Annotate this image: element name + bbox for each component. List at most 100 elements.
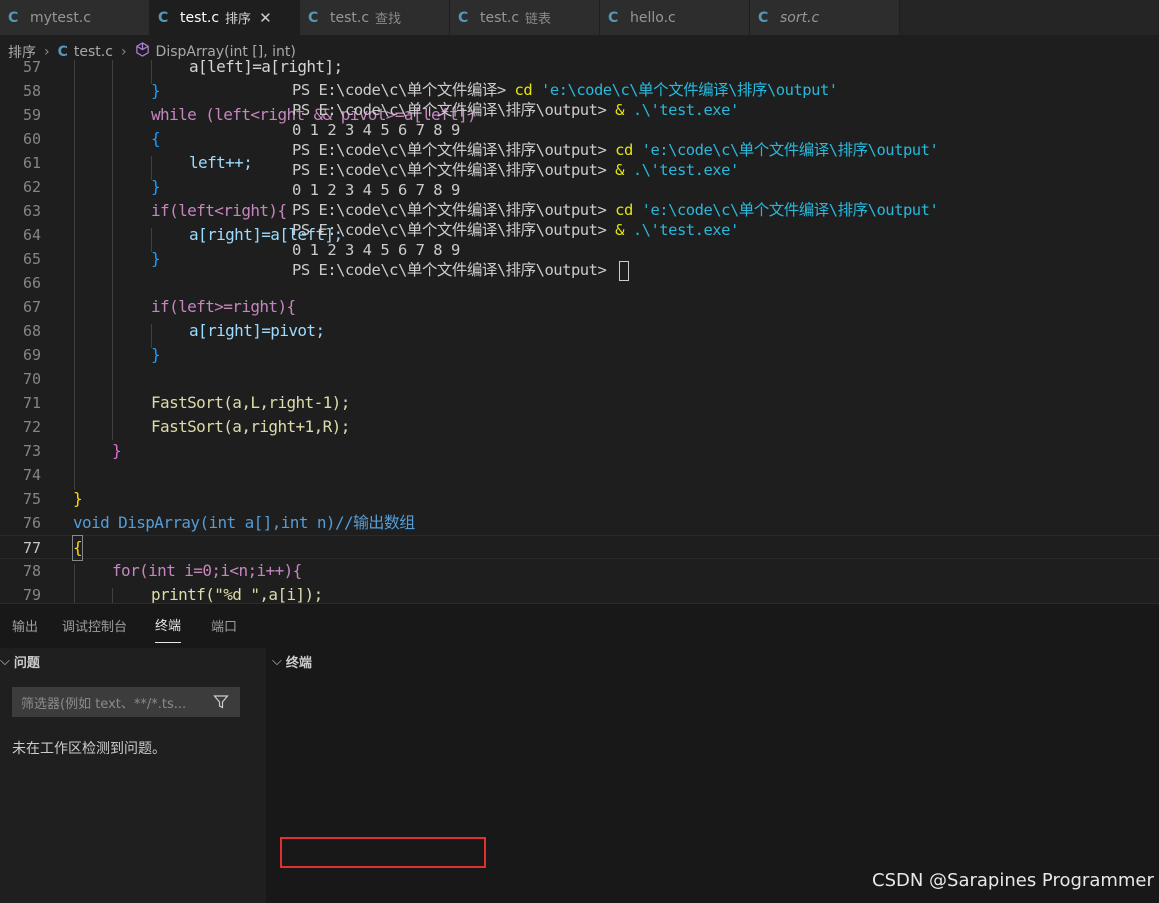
line-number: 77 — [22, 539, 41, 557]
terminal-header[interactable]: ⌵ 终端 — [272, 648, 312, 674]
tab-output[interactable]: 输出 — [12, 608, 38, 643]
line-number: 73 — [22, 442, 41, 460]
line-number: 57 — [22, 60, 41, 76]
terminal-cursor — [619, 260, 630, 281]
line-number: 66 — [22, 274, 41, 292]
chevron-down-icon: ⌵ — [272, 653, 282, 669]
filter-placeholder: 筛选器(例如 text、**/*.ts... — [21, 696, 187, 712]
code-text: for(int i=0;i<n;i++){ — [112, 561, 302, 580]
terminal-prompt: PS E:\code\c\单个文件编译\排序\output> — [292, 161, 616, 179]
terminal-line: PS E:\code\c\单个文件编译\排序\output> & .\'test… — [292, 160, 938, 180]
code-text: if(left<right){ — [151, 201, 287, 220]
tab-description: 查找 — [375, 12, 402, 27]
line-number: 74 — [22, 466, 41, 484]
code-text: FastSort(a,right+1,R); — [151, 417, 350, 436]
code-line: 78 for(int i=0;i<n;i++){ — [0, 559, 1159, 583]
code-text: a[left]=a[right]; — [189, 60, 343, 76]
breadcrumb-symbol[interactable]: DispArray(int [], int) — [156, 44, 296, 60]
line-number: 69 — [22, 346, 41, 364]
c-file-icon: C — [57, 43, 68, 60]
problems-title: 问题 — [13, 655, 40, 671]
terminal-arg: 'e:\code\c\单个文件编译\排序\output' — [632, 141, 939, 159]
code-line: 57 a[left]=a[right]; — [0, 60, 1159, 79]
tab-bar-empty — [900, 0, 1159, 35]
tab-terminal[interactable]: 终端 — [155, 607, 182, 643]
terminal-output-text: 0 1 2 3 4 5 6 7 8 9 — [292, 241, 460, 259]
tab-mytest-c[interactable]: C mytest.c — [0, 0, 150, 35]
terminal-output-text: 0 1 2 3 4 5 6 7 8 9 — [292, 121, 460, 139]
tab-description: 排序 — [225, 12, 252, 27]
filter-icon[interactable] — [213, 694, 229, 710]
c-file-icon: C — [158, 9, 169, 26]
chevron-down-icon: ⌵ — [0, 653, 10, 669]
terminal-line: 0 1 2 3 4 5 6 7 8 9 — [292, 180, 938, 200]
tab-label: test.c — [330, 9, 370, 26]
code-line: 73 } — [0, 439, 1159, 463]
tab-test-c-linkedlist[interactable]: C test.c 链表 — [450, 0, 600, 35]
tab-test-c-sort[interactable]: C test.c 排序 ✕ — [150, 0, 300, 35]
code-text: left++; — [189, 153, 253, 172]
tab-debug-console[interactable]: 调试控制台 — [62, 608, 127, 643]
editor-tab-bar: C mytest.c C test.c 排序 ✕ C test.c 查找 C t… — [0, 0, 1159, 35]
tab-label: mytest.c — [30, 9, 91, 26]
code-line: 70 — [0, 367, 1159, 391]
code-text: if(left>=right){ — [151, 297, 296, 316]
terminal-arg: 'e:\code\c\单个文件编译\排序\output' — [632, 201, 939, 219]
tab-label: hello.c — [630, 9, 676, 26]
c-file-icon: C — [608, 9, 619, 26]
terminal-prompt: PS E:\code\c\单个文件编译\排序\output> — [292, 261, 616, 279]
terminal-output-text: 0 1 2 3 4 5 6 7 8 9 — [292, 181, 460, 199]
terminal-output[interactable]: PS E:\code\c\单个文件编译> cd 'e:\code\c\单个文件编… — [292, 80, 939, 281]
line-number: 79 — [22, 586, 41, 603]
code-line: 74 — [0, 463, 1159, 487]
terminal-line: PS E:\code\c\单个文件编译> cd 'e:\code\c\单个文件编… — [292, 80, 938, 100]
bottom-panel: 输出 调试控制台 终端 端口 ⌵ 问题 筛选器(例如 text、**/*.ts.… — [0, 603, 1159, 903]
tab-label: test.c — [480, 9, 520, 26]
line-number: 61 — [22, 154, 41, 172]
terminal-prompt: PS E:\code\c\单个文件编译\排序\output> — [292, 141, 616, 159]
terminal-prompt: PS E:\code\c\单个文件编译\排序\output> — [292, 201, 616, 219]
line-number: 63 — [22, 202, 41, 220]
code-text: } — [151, 177, 161, 196]
terminal-arg: .\'test.exe' — [623, 161, 739, 179]
line-number: 70 — [22, 370, 41, 388]
code-text: { — [71, 535, 84, 561]
tab-label: test.c — [180, 9, 220, 26]
terminal-line: PS E:\code\c\单个文件编译\排序\output> cd 'e:\co… — [292, 200, 939, 220]
tab-hello-c[interactable]: C hello.c — [600, 0, 750, 35]
tab-sort-c[interactable]: C sort.c — [750, 0, 900, 35]
line-number: 76 — [22, 514, 41, 532]
problems-filter-input[interactable]: 筛选器(例如 text、**/*.ts... — [12, 687, 240, 717]
close-icon[interactable]: ✕ — [259, 9, 272, 27]
terminal-arg: .\'test.exe' — [623, 101, 739, 119]
code-line: 72 FastSort(a,right+1,R); — [0, 415, 1159, 439]
terminal-command: & — [615, 161, 624, 179]
problems-header[interactable]: ⌵ 问题 — [0, 648, 40, 674]
terminal-command: cd — [514, 81, 533, 99]
tab-ports[interactable]: 端口 — [211, 608, 237, 643]
code-line-current: 77 { — [0, 535, 1159, 561]
breadcrumb-file[interactable]: test.c — [74, 44, 113, 60]
line-number: 62 — [22, 178, 41, 196]
code-line: 69 } — [0, 343, 1159, 367]
c-file-icon: C — [308, 9, 319, 26]
breadcrumb-folder[interactable]: 排序 — [8, 42, 36, 62]
code-text: } — [73, 489, 83, 508]
chevron-right-icon: › — [44, 43, 50, 60]
tab-test-c-search[interactable]: C test.c 查找 — [300, 0, 450, 35]
line-number: 68 — [22, 322, 41, 340]
code-text: FastSort(a,L,right-1); — [151, 393, 350, 412]
c-file-icon: C — [758, 9, 769, 26]
line-number: 72 — [22, 418, 41, 436]
terminal-line: PS E:\code\c\单个文件编译\排序\output> cd 'e:\co… — [292, 140, 939, 160]
output-highlight-box — [280, 837, 486, 868]
line-number: 64 — [22, 226, 41, 244]
line-number: 58 — [22, 82, 41, 100]
terminal-arg: .\'test.exe' — [623, 221, 739, 239]
line-number: 60 — [22, 130, 41, 148]
panel-tabs: 输出 调试控制台 终端 端口 — [0, 604, 241, 646]
terminal-line: PS E:\code\c\单个文件编译\排序\output> — [292, 260, 938, 281]
code-text: } — [151, 81, 161, 100]
terminal-line: 0 1 2 3 4 5 6 7 8 9 — [292, 240, 938, 260]
code-text: } — [151, 345, 161, 364]
